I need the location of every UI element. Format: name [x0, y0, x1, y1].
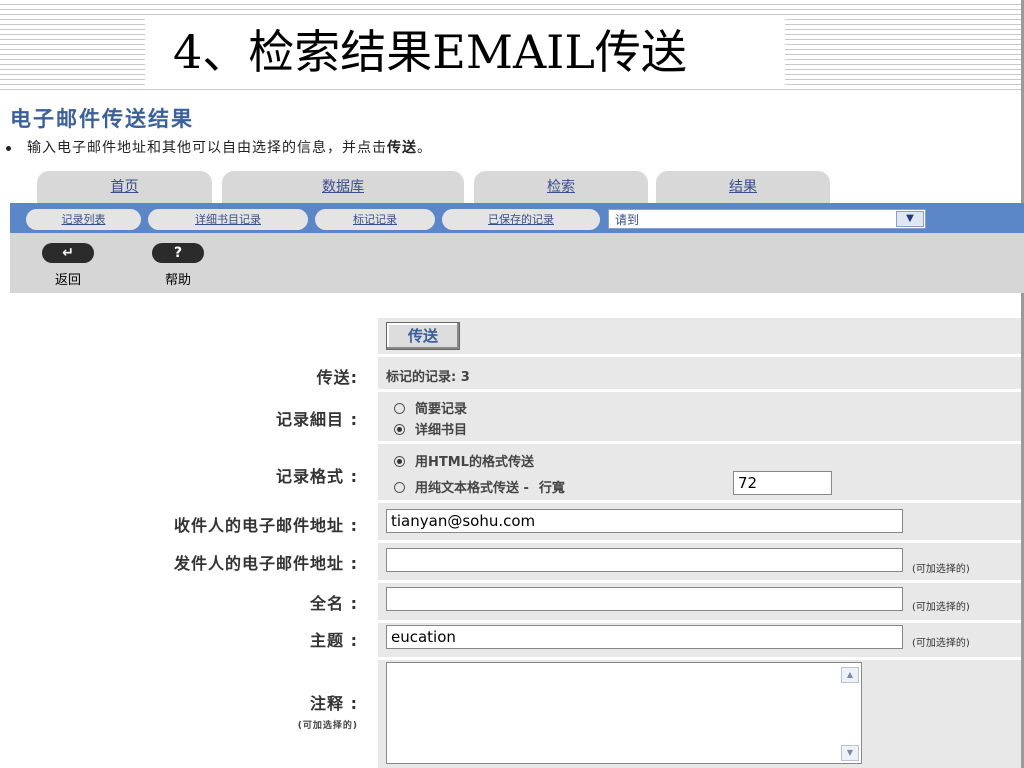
sender-label: 发件人的电子邮件地址 : — [174, 554, 358, 573]
notes-optional-note: (可加选择的) — [297, 721, 358, 731]
scroll-up-icon[interactable]: ▲ — [841, 667, 859, 683]
back-arrow-icon: ↵ — [42, 243, 94, 263]
tab-home[interactable]: 首页 — [37, 171, 212, 203]
notes-label: 注释 : — [310, 694, 358, 713]
help-label: 帮助 — [164, 273, 191, 288]
scroll-down-icon[interactable]: ▼ — [841, 745, 859, 761]
sender-email-field[interactable] — [386, 548, 903, 572]
radio-selected-icon[interactable] — [394, 424, 405, 435]
fullname-label: 全名 : — [310, 594, 358, 613]
page-heading: 电子邮件传送结果 — [10, 107, 194, 131]
recipient-label: 收件人的电子邮件地址 : — [174, 516, 358, 535]
instruction-bold: 传送 — [387, 140, 417, 156]
format-option-text[interactable]: 用纯文本格式传送 - 行寬 — [394, 477, 565, 496]
detail-option-brief-label: 简要记录 — [415, 402, 468, 417]
row-send-button — [378, 318, 1021, 354]
format-option-html-label: 用HTML的格式传送 — [415, 455, 534, 470]
subject-optional-note: (可加选择的) — [912, 638, 970, 649]
instruction-text: 输入电子邮件地址和其他可以自由选择的信息，并点击传送。 — [6, 137, 432, 157]
row-detail — [378, 392, 1021, 441]
subnav-detailed-record[interactable]: 详细书目记录 — [148, 209, 308, 230]
bullet-icon — [6, 145, 11, 151]
send-value: 标记的记录: 3 — [386, 370, 470, 385]
format-label: 记录格式 : — [276, 467, 358, 486]
chevron-down-icon[interactable]: ▼ — [896, 211, 924, 227]
subject-field[interactable]: eucation — [386, 625, 903, 649]
row-send — [378, 357, 1021, 389]
fullname-field[interactable] — [386, 587, 903, 611]
detail-option-full[interactable]: 详细书目 — [394, 419, 467, 438]
back-button[interactable]: ↵ 返回 — [38, 243, 98, 288]
goto-select-value: 请到 — [615, 213, 640, 227]
radio-icon[interactable] — [394, 482, 405, 493]
slide-title: 4、检索结果EMAIL传送 — [145, 18, 785, 88]
recipient-email-field[interactable]: tianyan@sohu.com — [386, 509, 903, 533]
detail-option-brief[interactable]: 简要记录 — [394, 398, 467, 417]
detail-option-full-label: 详细书目 — [415, 423, 468, 438]
subject-label: 主题 : — [310, 631, 358, 650]
format-option-html[interactable]: 用HTML的格式传送 — [394, 451, 534, 470]
fullname-optional-note: (可加选择的) — [912, 602, 970, 613]
sender-optional-note: (可加选择的) — [912, 564, 970, 575]
instruction-prefix: 输入电子邮件地址和其他可以自由选择的信息，并点击 — [27, 140, 387, 156]
detail-label: 记录細目 : — [276, 410, 358, 429]
radio-icon[interactable] — [394, 403, 405, 414]
line-width-label: 行寬 — [538, 481, 565, 496]
subnav-record-list[interactable]: 记录列表 — [26, 209, 141, 230]
back-label: 返回 — [54, 273, 81, 288]
format-option-text-label: 用纯文本格式传送 - — [415, 481, 529, 496]
subnav-saved-records[interactable]: 已保存的记录 — [442, 209, 600, 230]
line-width-input[interactable]: 72 — [733, 471, 832, 495]
main-tabs: 首页 数据库 检索 结果 — [0, 171, 1024, 203]
goto-select[interactable]: 请到 ▼ — [608, 209, 926, 229]
send-button[interactable]: 传送 — [386, 322, 460, 350]
help-button[interactable]: ? 帮助 — [148, 243, 208, 288]
tab-search[interactable]: 检索 — [474, 171, 648, 203]
instruction-suffix: 。 — [417, 140, 432, 156]
tab-database[interactable]: 数据库 — [222, 171, 464, 203]
subnav-marked-records[interactable]: 标记记录 — [315, 209, 435, 230]
question-icon: ? — [152, 243, 204, 263]
notes-textarea[interactable]: ▲ ▼ — [386, 662, 862, 764]
tab-results[interactable]: 结果 — [656, 171, 830, 203]
send-label: 传送: — [316, 368, 358, 387]
radio-selected-icon[interactable] — [394, 456, 405, 467]
